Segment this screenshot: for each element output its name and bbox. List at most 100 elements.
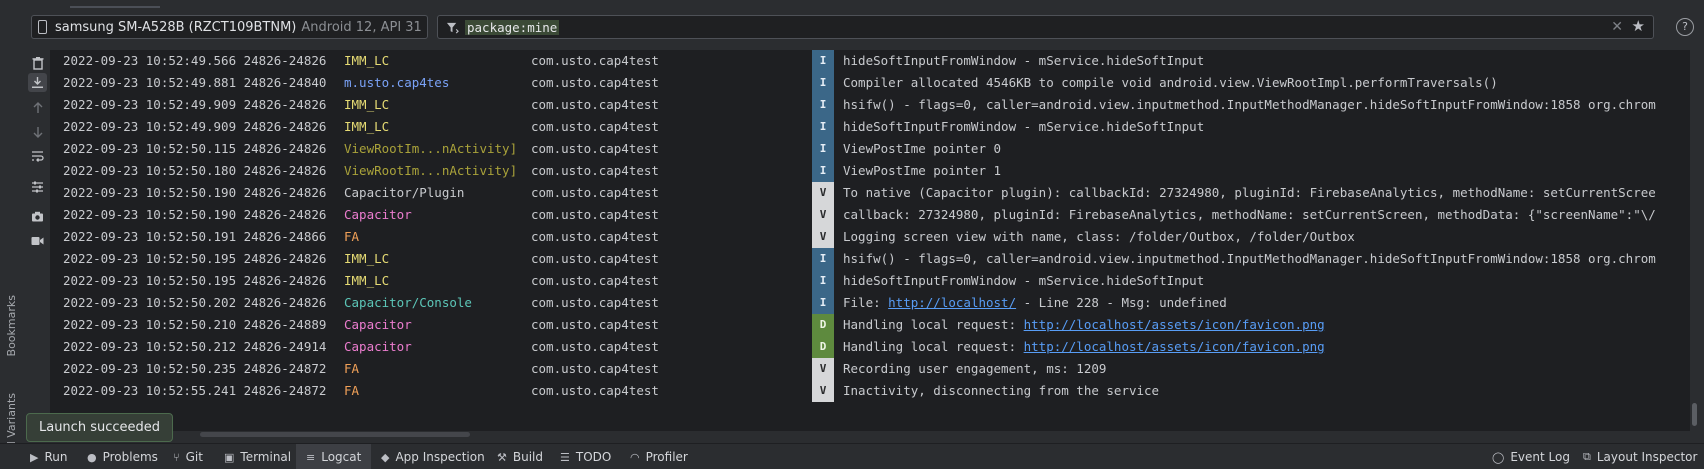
log-message-text: Handling local request: — [843, 318, 1024, 332]
log-tag: IMM_LC — [344, 120, 390, 134]
log-row[interactable]: 2022-09-23 10:52:50.202 24826-24826 Capac… — [50, 292, 1690, 314]
log-row[interactable]: 2022-09-23 10:52:50.190 24826-24826 Capac… — [50, 182, 1690, 204]
log-row[interactable]: 2022-09-23 10:52:49.881 24826-24840 m.ust… — [50, 72, 1690, 94]
log-package: com.usto.cap4test — [531, 53, 659, 68]
problems-icon: ● — [87, 450, 97, 464]
log-link[interactable]: http://localhost/ — [888, 296, 1016, 310]
tab-label: Layout Inspector — [1596, 450, 1698, 464]
log-tag: Capacitor/Plugin — [344, 186, 465, 200]
log-tag: Capacitor — [344, 208, 412, 222]
log-row[interactable]: 2022-09-23 10:52:50.235 24826-24872 FA com… — [50, 358, 1690, 380]
tab-run[interactable]: ▶ Run — [30, 444, 67, 469]
log-message-text: File: — [843, 296, 889, 310]
log-timestamp: 2022-09-23 10:52:49.566 24826-24826 — [63, 53, 327, 68]
log-row[interactable]: 2022-09-23 10:52:50.180 24826-24826 ViewR… — [50, 160, 1690, 182]
log-row[interactable]: 2022-09-23 10:52:50.191 24826-24866 FA com… — [50, 226, 1690, 248]
logcat-header: samsung SM-A528B (RZCT109BTNM) Android 1… — [0, 0, 1704, 50]
tab-event-log[interactable]: ◯ Event Log — [1492, 444, 1570, 469]
event-log-icon: ◯ — [1492, 450, 1505, 464]
format-settings-icon[interactable] — [28, 177, 47, 196]
log-package: com.usto.cap4test — [531, 383, 659, 398]
log-timestamp: 2022-09-23 10:52:50.191 24826-24866 — [63, 229, 327, 244]
horizontal-scrollbar[interactable] — [200, 432, 470, 437]
log-link[interactable]: http://localhost/assets/icon/favicon.png — [1024, 340, 1325, 354]
logcat-icon: ≡ — [306, 450, 316, 464]
log-level-badge: V — [812, 226, 834, 248]
device-selector[interactable]: samsung SM-A528B (RZCT109BTNM) Android 1… — [31, 15, 428, 39]
log-timestamp: 2022-09-23 10:52:49.909 24826-24826 — [63, 97, 327, 112]
tab-label: Logcat — [321, 450, 362, 464]
log-timestamp: 2022-09-23 10:52:49.881 24826-24840 — [63, 75, 327, 90]
log-level-badge: V — [812, 182, 834, 204]
log-row[interactable]: 2022-09-23 10:52:49.909 24826-24826 IMM_L… — [50, 116, 1690, 138]
log-message: hsifw() - flags=0, caller=android.view.i… — [843, 252, 1656, 266]
log-message-text: Handling local request: — [843, 340, 1024, 354]
trash-icon[interactable] — [28, 54, 47, 73]
log-row[interactable]: 2022-09-23 10:52:50.212 24826-24914 Capac… — [50, 336, 1690, 358]
log-row[interactable]: 2022-09-23 10:52:50.195 24826-24826 IMM_L… — [50, 248, 1690, 270]
log-timestamp: 2022-09-23 10:52:50.190 24826-24826 — [63, 207, 327, 222]
tab-git[interactable]: ⑂ Git — [173, 444, 203, 469]
log-package: com.usto.cap4test — [531, 185, 659, 200]
tab-problems[interactable]: ● Problems — [87, 444, 158, 469]
app-inspection-icon: ◆ — [381, 450, 390, 464]
screenshot-icon[interactable] — [28, 207, 47, 226]
terminal-icon: ▣ — [224, 450, 235, 464]
log-row[interactable]: 2022-09-23 10:52:50.190 24826-24826 Capac… — [50, 204, 1690, 226]
vertical-scrollbar[interactable] — [1692, 403, 1697, 426]
tab-terminal[interactable]: ▣ Terminal — [224, 444, 291, 469]
log-row[interactable]: 2022-09-23 10:52:50.195 24826-24826 IMM_L… — [50, 270, 1690, 292]
tab-app-inspection[interactable]: ◆ App Inspection — [381, 444, 485, 469]
favorite-filter-icon[interactable]: ★ — [1632, 17, 1645, 35]
tab-label: TODO — [575, 450, 612, 464]
screen-record-icon[interactable] — [28, 231, 47, 250]
arrow-up-icon[interactable] — [28, 98, 47, 117]
log-link[interactable]: http://localhost/assets/icon/favicon.png — [1024, 318, 1325, 332]
log-level-badge: I — [812, 292, 834, 314]
logcat-filter-input[interactable]: package:mine ✕ ★ — [437, 15, 1654, 39]
scroll-to-end-icon[interactable] — [28, 73, 47, 92]
log-package: com.usto.cap4test — [531, 163, 659, 178]
bookmarks-tab[interactable]: Bookmarks — [5, 295, 18, 356]
log-message: hideSoftInputFromWindow - mService.hideS… — [843, 274, 1205, 288]
tab-profiler[interactable]: ◠ Profiler — [630, 444, 688, 469]
soft-wrap-icon[interactable] — [28, 146, 47, 165]
log-package: com.usto.cap4test — [531, 317, 659, 332]
build-icon: ⚒ — [497, 450, 507, 464]
log-package: com.usto.cap4test — [531, 295, 659, 310]
tab-layout-inspector[interactable]: ⧉ Layout Inspector — [1583, 444, 1697, 469]
clear-filter-icon[interactable]: ✕ — [1611, 19, 1623, 35]
help-icon[interactable]: ? — [1676, 18, 1694, 36]
log-timestamp: 2022-09-23 10:52:50.115 24826-24826 — [63, 141, 327, 156]
log-tag: ViewRootIm...nActivity] — [344, 142, 518, 156]
log-row[interactable]: 2022-09-23 10:52:50.115 24826-24826 ViewR… — [50, 138, 1690, 160]
log-level-badge: D — [812, 336, 834, 358]
log-level-badge: I — [812, 270, 834, 292]
log-message: hideSoftInputFromWindow - mService.hideS… — [843, 54, 1205, 68]
log-level-badge: I — [812, 160, 834, 182]
tab-build[interactable]: ⚒ Build — [497, 444, 543, 469]
arrow-down-icon[interactable] — [28, 122, 47, 141]
log-message: Handling local request: http://localhost… — [843, 318, 1688, 332]
tab-todo[interactable]: ☰ TODO — [560, 444, 611, 469]
log-row[interactable]: 2022-09-23 10:52:49.909 24826-24826 IMM_L… — [50, 94, 1690, 116]
log-row[interactable]: 2022-09-23 10:52:49.566 24826-24826 IMM_L… — [50, 50, 1690, 72]
tab-label: Build — [512, 450, 543, 464]
log-timestamp: 2022-09-23 10:52:55.241 24826-24872 — [63, 383, 327, 398]
log-tag: FA — [344, 230, 360, 244]
log-timestamp: 2022-09-23 10:52:49.909 24826-24826 — [63, 119, 327, 134]
logcat-output[interactable]: 2022-09-23 10:52:49.566 24826-24826 IMM_L… — [50, 50, 1690, 431]
log-package: com.usto.cap4test — [531, 207, 659, 222]
log-row[interactable]: 2022-09-23 10:52:50.210 24826-24889 Capac… — [50, 314, 1690, 336]
log-level-badge: I — [812, 116, 834, 138]
log-message: hideSoftInputFromWindow - mService.hideS… — [843, 120, 1205, 134]
filter-query[interactable]: package:mine — [465, 19, 560, 35]
log-row[interactable]: 2022-09-23 10:52:55.241 24826-24872 FA com… — [50, 380, 1690, 402]
log-timestamp: 2022-09-23 10:52:50.180 24826-24826 — [63, 163, 327, 178]
log-package: com.usto.cap4test — [531, 75, 659, 90]
log-tag: FA — [344, 384, 360, 398]
log-package: com.usto.cap4test — [531, 229, 659, 244]
log-timestamp: 2022-09-23 10:52:50.202 24826-24826 — [63, 295, 327, 310]
tab-logcat[interactable]: ≡ Logcat — [296, 444, 372, 469]
log-tag: Capacitor — [344, 318, 412, 332]
